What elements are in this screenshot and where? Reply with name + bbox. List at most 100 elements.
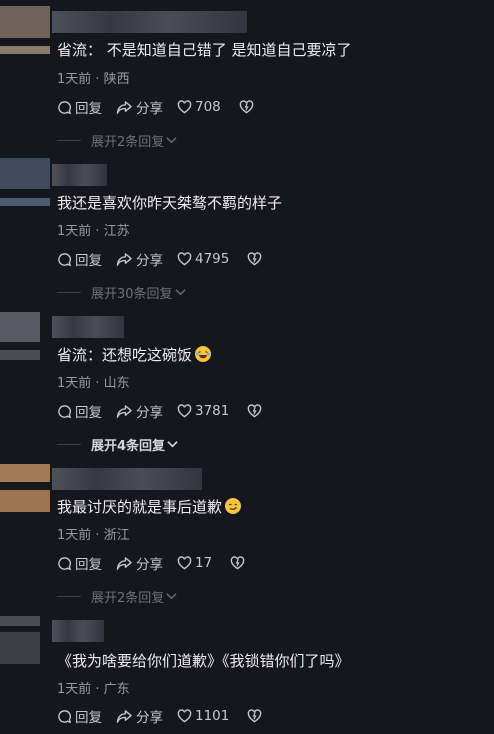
share-label: 分享 xyxy=(136,557,163,573)
share-button[interactable]: 分享 xyxy=(116,401,163,421)
avatar[interactable] xyxy=(0,158,50,206)
username-blurred[interactable] xyxy=(52,316,124,338)
share-button[interactable]: 分享 xyxy=(116,249,163,269)
heart-icon xyxy=(177,100,192,114)
reply-icon xyxy=(58,252,72,266)
dislike-button[interactable] xyxy=(230,556,248,570)
comment-text: 我最讨厌的就是事后道歉 xyxy=(57,497,242,517)
reply-icon xyxy=(58,709,72,723)
dislike-button[interactable] xyxy=(247,404,265,418)
comment-text-content: 省流：还想吃这碗饭 xyxy=(57,346,193,364)
comment-actions: 回复 分享 3781 xyxy=(57,401,279,421)
comment-actions: 回复 分享 17 xyxy=(57,553,262,573)
username-blurred[interactable] xyxy=(52,11,247,33)
comment-meta: 1天前 · 浙江 xyxy=(57,528,130,543)
smirk-emoji xyxy=(225,498,242,514)
dislike-heart-icon xyxy=(239,100,254,114)
expand-label: 展开4条回复 xyxy=(91,438,166,454)
expand-label: 展开30条回复 xyxy=(91,286,173,302)
expand-label: 展开2条回复 xyxy=(91,590,165,606)
like-button[interactable]: 3781 xyxy=(177,403,229,419)
comment-meta: 1天前 · 山东 xyxy=(57,376,130,391)
heart-icon xyxy=(177,252,192,266)
chevron-down-icon xyxy=(166,593,177,600)
share-icon xyxy=(116,100,132,114)
username-blurred[interactable] xyxy=(52,164,107,186)
dislike-heart-icon xyxy=(230,556,245,570)
divider xyxy=(57,139,81,141)
expand-replies-button[interactable]: 展开2条回复 xyxy=(57,587,177,606)
expand-replies-button[interactable]: 展开4条回复 xyxy=(57,435,178,454)
avatar[interactable] xyxy=(0,464,50,512)
share-button[interactable]: 分享 xyxy=(116,706,163,726)
share-icon xyxy=(116,252,132,266)
share-button[interactable]: 分享 xyxy=(116,97,163,117)
reply-button[interactable]: 回复 xyxy=(57,706,102,726)
share-label: 分享 xyxy=(136,253,163,269)
divider xyxy=(57,291,81,293)
like-count: 4795 xyxy=(195,251,230,267)
comment-text: 我还是喜欢你昨天桀骜不羁的样子 xyxy=(57,194,283,212)
like-button[interactable]: 1101 xyxy=(177,708,229,724)
reply-label: 回复 xyxy=(75,557,102,573)
like-count: 3781 xyxy=(195,403,230,419)
heart-icon xyxy=(177,404,192,418)
reply-icon xyxy=(58,404,72,418)
comment-text: 省流：还想吃这碗饭 xyxy=(57,345,212,365)
like-count: 17 xyxy=(195,555,213,571)
like-button[interactable]: 17 xyxy=(177,555,212,571)
reply-label: 回复 xyxy=(75,710,102,726)
chevron-down-icon xyxy=(167,441,178,448)
heart-icon xyxy=(177,556,192,570)
username-blurred[interactable] xyxy=(52,620,104,642)
comment-text-content: 我最讨厌的就是事后道歉 xyxy=(57,498,223,516)
share-label: 分享 xyxy=(136,710,163,726)
share-button[interactable]: 分享 xyxy=(116,553,163,573)
chevron-down-icon xyxy=(166,137,177,144)
expand-replies-button[interactable]: 展开2条回复 xyxy=(57,131,177,150)
avatar[interactable] xyxy=(0,312,50,360)
comment-actions: 回复 分享 708 xyxy=(57,97,271,117)
like-button[interactable]: 708 xyxy=(177,99,221,115)
like-count: 1101 xyxy=(195,708,230,724)
reply-label: 回复 xyxy=(75,405,102,421)
reply-button[interactable]: 回复 xyxy=(57,401,102,421)
comment-text: 省流： 不是知道自己错了 是知道自己要凉了 xyxy=(57,41,352,59)
dislike-button[interactable] xyxy=(247,709,265,723)
like-button[interactable]: 4795 xyxy=(177,251,229,267)
reply-icon xyxy=(58,556,72,570)
expand-replies-button[interactable]: 展开30条回复 xyxy=(57,283,186,302)
share-icon xyxy=(116,556,132,570)
reply-button[interactable]: 回复 xyxy=(57,97,102,117)
share-label: 分享 xyxy=(136,101,163,117)
heart-icon xyxy=(177,709,192,723)
share-label: 分享 xyxy=(136,405,163,421)
laughing-tears-emoji xyxy=(195,346,212,362)
reply-icon xyxy=(58,100,72,114)
comment-meta: 1天前 · 陕西 xyxy=(57,72,130,87)
chevron-down-icon xyxy=(174,289,186,296)
reply-button[interactable]: 回复 xyxy=(57,553,102,573)
like-count: 708 xyxy=(195,99,221,115)
reply-button[interactable]: 回复 xyxy=(57,249,102,269)
divider xyxy=(57,443,81,445)
reply-label: 回复 xyxy=(75,253,102,269)
avatar[interactable] xyxy=(0,616,50,664)
reply-label: 回复 xyxy=(75,101,102,117)
comment-actions: 回复 分享 4795 xyxy=(57,249,279,269)
share-icon xyxy=(116,709,132,723)
dislike-heart-icon xyxy=(248,252,262,266)
username-blurred[interactable] xyxy=(52,468,202,490)
avatar[interactable] xyxy=(0,6,50,54)
comment-actions: 回复 分享 1101 xyxy=(57,706,279,726)
comment-text: 《我为啥要给你们道歉》《我锁错你们了吗》 xyxy=(57,652,350,670)
divider xyxy=(57,595,81,597)
dislike-heart-icon xyxy=(248,404,262,418)
dislike-button[interactable] xyxy=(247,252,265,266)
expand-label: 展开2条回复 xyxy=(91,134,165,150)
comment-meta: 1天前 · 江苏 xyxy=(57,224,130,239)
share-icon xyxy=(116,404,132,418)
dislike-heart-icon xyxy=(248,709,262,723)
comment-meta: 1天前 · 广东 xyxy=(57,682,130,697)
dislike-button[interactable] xyxy=(239,100,257,114)
